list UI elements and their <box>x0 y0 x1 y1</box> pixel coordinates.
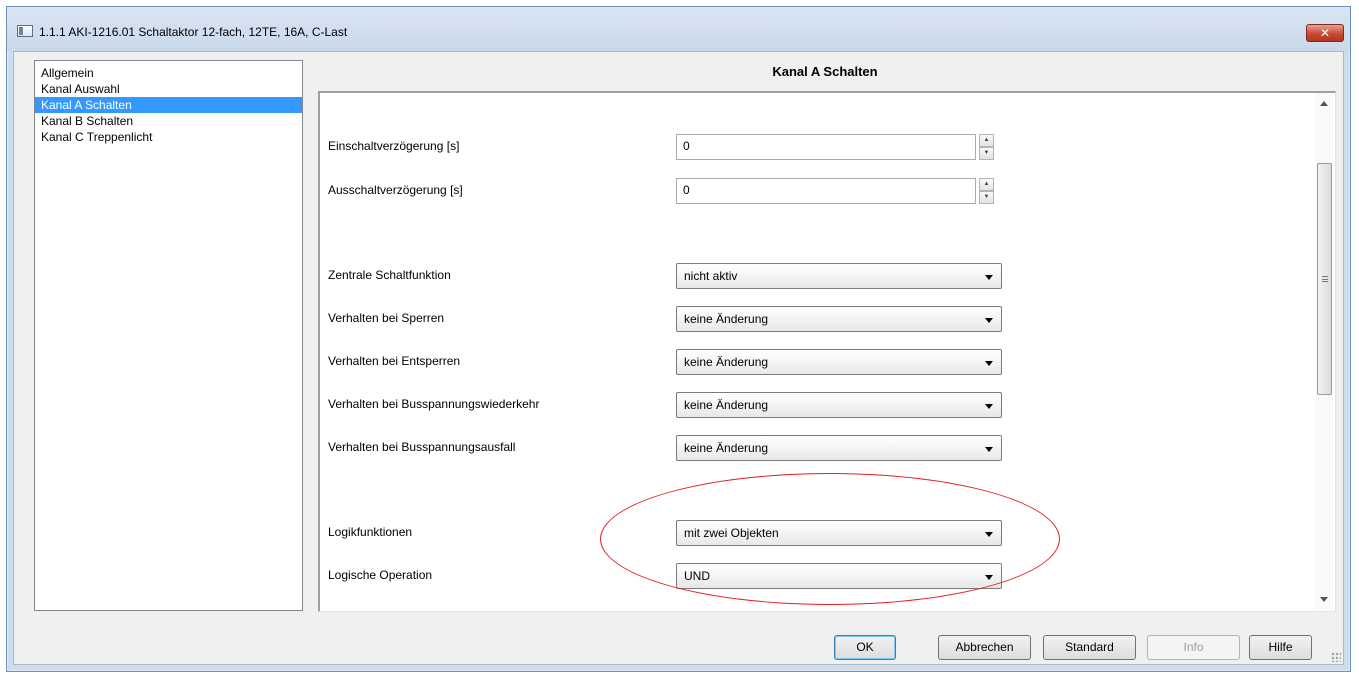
ausschaltverzoegerung-input[interactable]: 0 <box>676 178 976 204</box>
verhalten-busspannungswiederkehr-label: Verhalten bei Busspannungswiederkehr <box>328 397 540 411</box>
sidebar-item-kanal-auswahl[interactable]: Kanal Auswahl <box>35 81 302 97</box>
verhalten-busspannungsausfall-select[interactable]: keine Änderung <box>676 435 1002 461</box>
dialog-client-area: Allgemein Kanal Auswahl Kanal A Schalten… <box>13 51 1344 665</box>
chevron-down-icon <box>985 532 993 537</box>
selected-value: mit zwei Objekten <box>684 526 779 540</box>
chevron-down-icon <box>985 575 993 580</box>
vertical-scrollbar[interactable] <box>1315 93 1333 610</box>
selected-value: keine Änderung <box>684 355 769 369</box>
chevron-down-icon <box>985 361 993 366</box>
stepper-buttons: ▲ ▼ <box>979 134 994 160</box>
standard-button[interactable]: Standard <box>1043 635 1136 660</box>
decrement-button[interactable]: ▼ <box>979 191 994 204</box>
einschaltverzoegerung-stepper: 0 ▲ ▼ <box>676 134 996 160</box>
sidebar-item-kanal-c-treppenlicht[interactable]: Kanal C Treppenlicht <box>35 129 302 145</box>
verhalten-busspannungswiederkehr-select[interactable]: keine Änderung <box>676 392 1002 418</box>
page-title: Kanal A Schalten <box>772 64 878 79</box>
dialog-window: 1.1.1 AKI-1216.01 Schaltaktor 12-fach, 1… <box>6 6 1351 672</box>
window-icon <box>17 25 33 37</box>
abbrechen-button[interactable]: Abbrechen <box>938 635 1031 660</box>
grip-icon <box>1322 276 1328 282</box>
einschaltverzoegerung-input[interactable]: 0 <box>676 134 976 160</box>
selected-value: keine Änderung <box>684 312 769 326</box>
ok-button[interactable]: OK <box>834 635 896 660</box>
ausschaltverzoegerung-label: Ausschaltverzögerung [s] <box>328 183 463 197</box>
chevron-down-icon <box>985 275 993 280</box>
selected-value: nicht aktiv <box>684 269 738 283</box>
verhalten-sperren-select[interactable]: keine Änderung <box>676 306 1002 332</box>
resize-grip-icon[interactable] <box>1331 652 1341 662</box>
sidebar-item-allgemein[interactable]: Allgemein <box>35 65 302 81</box>
logische-operation-select[interactable]: UND <box>676 563 1002 589</box>
parameter-page-list: Allgemein Kanal Auswahl Kanal A Schalten… <box>34 60 303 611</box>
scroll-up-icon[interactable] <box>1320 101 1328 106</box>
logische-operation-label: Logische Operation <box>328 568 433 582</box>
increment-button[interactable]: ▲ <box>979 178 994 191</box>
sidebar-item-kanal-b-schalten[interactable]: Kanal B Schalten <box>35 113 302 129</box>
hilfe-button[interactable]: Hilfe <box>1249 635 1312 660</box>
title-bar: 1.1.1 AKI-1216.01 Schaltaktor 12-fach, 1… <box>7 7 1350 51</box>
chevron-down-icon <box>985 447 993 452</box>
einschaltverzoegerung-label: Einschaltverzögerung [s] <box>328 139 460 153</box>
decrement-button[interactable]: ▼ <box>979 147 994 160</box>
window-title: 1.1.1 AKI-1216.01 Schaltaktor 12-fach, 1… <box>39 25 348 39</box>
sidebar-item-kanal-a-schalten[interactable]: Kanal A Schalten <box>35 97 302 113</box>
zentrale-schaltfunktion-label: Zentrale Schaltfunktion <box>328 268 451 282</box>
selected-value: keine Änderung <box>684 441 769 455</box>
parameter-panel: Einschaltverzögerung [s] 0 ▲ ▼ Ausschalt… <box>318 91 1336 612</box>
verhalten-entsperren-select[interactable]: keine Änderung <box>676 349 1002 375</box>
selected-value: UND <box>684 569 710 583</box>
close-button[interactable]: ✕ <box>1306 24 1344 42</box>
info-button[interactable]: Info <box>1147 635 1240 660</box>
increment-button[interactable]: ▲ <box>979 134 994 147</box>
ausschaltverzoegerung-stepper: 0 ▲ ▼ <box>676 178 996 204</box>
chevron-down-icon <box>985 318 993 323</box>
scroll-thumb[interactable] <box>1317 163 1332 395</box>
verhalten-sperren-label: Verhalten bei Sperren <box>328 311 445 325</box>
stepper-buttons: ▲ ▼ <box>979 178 994 204</box>
zentrale-schaltfunktion-select[interactable]: nicht aktiv <box>676 263 1002 289</box>
logikfunktionen-select[interactable]: mit zwei Objekten <box>676 520 1002 546</box>
verhalten-entsperren-label: Verhalten bei Entsperren <box>328 354 461 368</box>
chevron-down-icon <box>985 404 993 409</box>
logikfunktionen-label: Logikfunktionen <box>328 525 413 539</box>
selected-value: keine Änderung <box>684 398 769 412</box>
scroll-down-icon[interactable] <box>1320 597 1328 602</box>
verhalten-busspannungsausfall-label: Verhalten bei Busspannungsausfall <box>328 440 516 454</box>
